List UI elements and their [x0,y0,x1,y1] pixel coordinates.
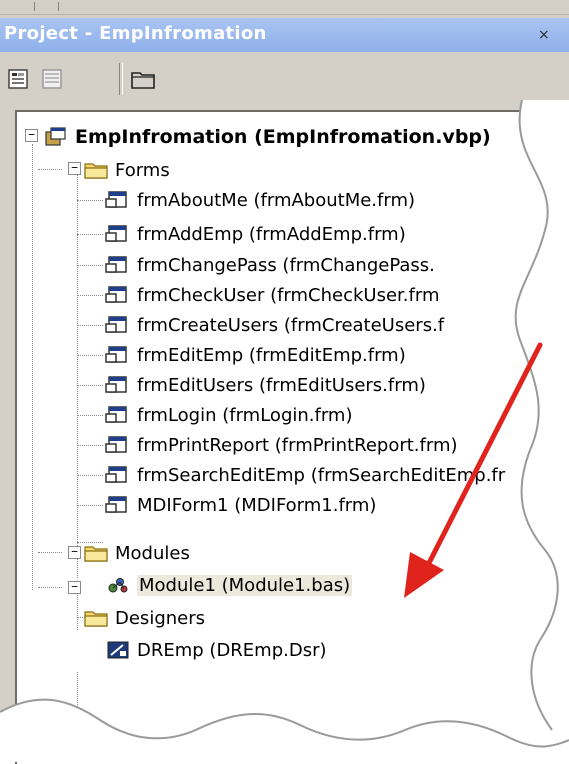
annotation-arrow [404,342,543,598]
